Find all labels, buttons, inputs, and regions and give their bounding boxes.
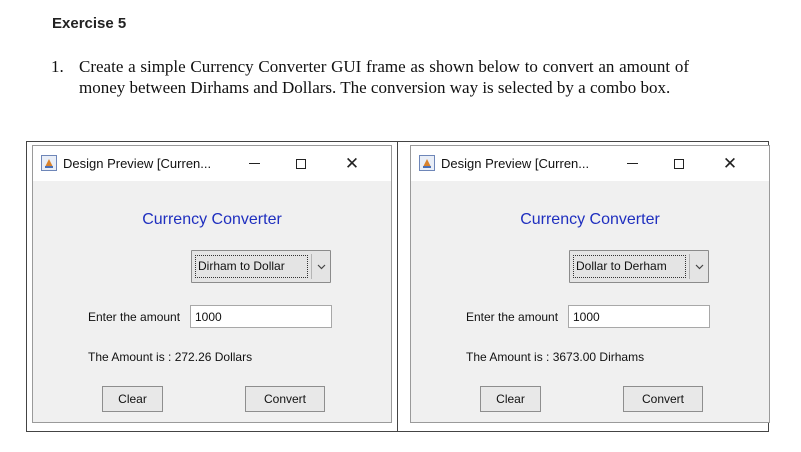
close-icon: ✕: [344, 154, 360, 173]
task-item: 1. Create a simple Currency Converter GU…: [51, 56, 711, 98]
maximize-button[interactable]: [662, 148, 696, 179]
java-app-icon: [41, 155, 57, 171]
result-label: The Amount is : 3673.00 Dirhams: [466, 350, 645, 364]
conversion-combo-box[interactable]: Dollar to Derham: [569, 250, 709, 283]
maximize-icon: [674, 158, 684, 169]
converter-window-left: Design Preview [Curren... ✕ Currency Con…: [32, 145, 392, 423]
window-titlebar[interactable]: Design Preview [Curren... ✕: [411, 146, 769, 181]
close-button[interactable]: ✕: [713, 148, 747, 179]
minimize-icon: [248, 162, 260, 165]
convert-button[interactable]: Convert: [623, 386, 703, 412]
task-item-text: Create a simple Currency Converter GUI f…: [79, 57, 689, 97]
task-item-number: 1.: [51, 57, 64, 76]
combo-selected-value: Dollar to Derham: [573, 255, 686, 278]
window-titlebar[interactable]: Design Preview [Curren... ✕: [33, 146, 391, 181]
minimize-icon: [626, 162, 638, 165]
conversion-combo-box[interactable]: Dirham to Dollar: [191, 250, 331, 283]
window-title: Design Preview [Curren...: [441, 156, 590, 171]
java-app-icon: [419, 155, 435, 171]
app-title-label: Currency Converter: [142, 211, 282, 228]
clear-button[interactable]: Clear: [102, 386, 163, 412]
combo-selected-value: Dirham to Dollar: [195, 255, 308, 278]
close-button[interactable]: ✕: [335, 148, 369, 179]
window-title: Design Preview [Curren...: [63, 156, 212, 171]
maximize-icon: [296, 158, 306, 169]
result-label: The Amount is : 272.26 Dollars: [88, 350, 253, 364]
combo-separator: [689, 254, 690, 279]
chevron-down-icon[interactable]: [313, 251, 330, 282]
close-icon: ✕: [722, 154, 738, 173]
amount-input[interactable]: [568, 305, 710, 328]
maximize-button[interactable]: [284, 148, 318, 179]
minimize-button[interactable]: [615, 148, 649, 179]
converter-window-right: Design Preview [Curren... ✕ Currency Con…: [410, 145, 770, 423]
clear-button[interactable]: Clear: [480, 386, 541, 412]
amount-label: Enter the amount: [466, 310, 559, 324]
chevron-down-icon[interactable]: [691, 251, 708, 282]
combo-separator: [311, 254, 312, 279]
minimize-button[interactable]: [237, 148, 271, 179]
convert-button[interactable]: Convert: [245, 386, 325, 412]
exercise-heading: Exercise 5: [52, 15, 127, 32]
app-title-label: Currency Converter: [520, 211, 660, 228]
amount-label: Enter the amount: [88, 310, 181, 324]
amount-input[interactable]: [190, 305, 332, 328]
